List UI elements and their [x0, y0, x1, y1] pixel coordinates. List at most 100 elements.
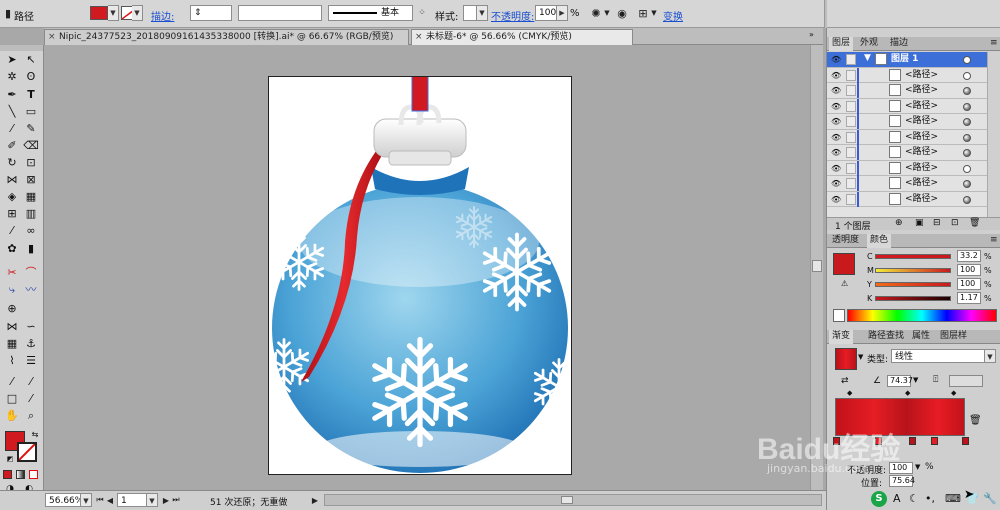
- lock-toggle[interactable]: [846, 147, 856, 158]
- blend-tool-icon[interactable]: ∞: [22, 223, 40, 239]
- ime-language-icon[interactable]: A: [893, 492, 901, 505]
- none-color-icon[interactable]: [833, 309, 845, 322]
- line-tool-icon[interactable]: ╲: [3, 104, 21, 120]
- stroke-dropdown-arrow[interactable]: ▼: [132, 5, 143, 21]
- out-of-gamut-icon[interactable]: ⚠: [841, 279, 848, 288]
- angle-dropdown-arrow[interactable]: ▼: [913, 376, 918, 384]
- tabs-overflow-icon[interactable]: »: [809, 30, 814, 39]
- scroll-thumb[interactable]: [812, 260, 822, 272]
- perspective-grid-tool-icon[interactable]: ▦: [22, 189, 40, 205]
- layer-row-top[interactable]: 👁 ▼ 图层 1: [827, 52, 987, 68]
- warp-tool-icon[interactable]: ⋈: [3, 319, 21, 335]
- tab-transparency[interactable]: 透明度: [829, 234, 862, 248]
- envelope-tool-icon[interactable]: ▦: [3, 336, 21, 352]
- zoom-dropdown-arrow[interactable]: ▼: [81, 493, 92, 507]
- pencil-tool-icon[interactable]: ✎: [22, 121, 40, 137]
- crystallize-tool-icon[interactable]: ⚓: [22, 336, 40, 352]
- visibility-eye-icon[interactable]: 👁: [831, 117, 841, 126]
- style-swatch[interactable]: [463, 5, 477, 21]
- expand-arrow-icon[interactable]: ▼: [864, 53, 871, 63]
- channel-slider[interactable]: [875, 282, 951, 287]
- recolor-artwork-icon[interactable]: ✺: [589, 6, 603, 20]
- artboard-number-field[interactable]: 1: [117, 493, 147, 507]
- tab-stroke[interactable]: 描边: [887, 37, 911, 51]
- tools-grip[interactable]: [0, 45, 43, 51]
- magic-wand-tool-icon[interactable]: ✲: [3, 69, 21, 85]
- gradient-stop-selected[interactable]: [931, 437, 938, 445]
- visibility-eye-icon[interactable]: 👁: [831, 164, 841, 173]
- align-dropdown-icon[interactable]: ▼: [650, 6, 658, 20]
- channel-value[interactable]: 100: [957, 264, 981, 276]
- lock-toggle[interactable]: [846, 85, 856, 96]
- tab-graphic-styles[interactable]: 图层样: [937, 330, 970, 344]
- stroke-options-icon[interactable]: ⁘: [416, 7, 428, 19]
- tab-document-1[interactable]: × Nipic_24377523_20180909161435338000 [转…: [44, 29, 409, 45]
- new-layer-icon[interactable]: ⊡: [951, 218, 959, 228]
- type-tool-icon[interactable]: T: [22, 87, 40, 103]
- target-icon[interactable]: [963, 56, 971, 64]
- channel-value[interactable]: 100: [957, 278, 981, 290]
- gradient-swatch-arrow[interactable]: ▼: [858, 353, 863, 361]
- locate-object-icon[interactable]: ⊕: [895, 218, 903, 228]
- selection-mode-icon[interactable]: ▮: [3, 6, 13, 20]
- layer-row[interactable]: 👁 <路径>: [827, 160, 987, 176]
- lock-toggle[interactable]: [846, 116, 856, 127]
- style-dropdown-arrow[interactable]: ▼: [477, 5, 488, 21]
- sogou-ime-icon[interactable]: S: [871, 491, 887, 507]
- gradient-type-dropdown-arrow[interactable]: ▼: [985, 349, 996, 363]
- new-sublayer-icon[interactable]: ⊟: [933, 218, 941, 228]
- target-icon[interactable]: [963, 149, 971, 157]
- last-artboard-icon[interactable]: ⏭: [171, 494, 181, 506]
- eraser-tool-icon[interactable]: ⌫: [22, 138, 40, 154]
- tab-document-2[interactable]: × 未标题-6* @ 56.66% (CMYK/预览): [411, 29, 633, 45]
- color-spectrum-bar[interactable]: [847, 309, 997, 322]
- brush-definition-dropdown[interactable]: 基本: [328, 5, 413, 21]
- lock-toggle[interactable]: [846, 100, 856, 112]
- lock-toggle[interactable]: [846, 193, 856, 205]
- swap-colors-icon[interactable]: ⇆: [26, 427, 44, 443]
- status-menu-icon[interactable]: ▶: [310, 494, 320, 506]
- layer-row[interactable]: 👁 <路径>: [827, 114, 987, 130]
- target-icon[interactable]: [963, 87, 971, 95]
- gradient-midpoint-marker[interactable]: ◆: [951, 389, 956, 397]
- slice-tool-icon[interactable]: ⌒: [22, 265, 40, 281]
- target-icon[interactable]: [963, 133, 971, 142]
- opacity-link[interactable]: 不透明度:: [491, 8, 534, 23]
- tab-attributes[interactable]: 属性: [909, 330, 933, 344]
- artboard-tool-icon[interactable]: ✂: [3, 265, 21, 281]
- layers-scrollbar[interactable]: [987, 52, 1000, 217]
- mesh-tool-icon[interactable]: ⊞: [3, 206, 21, 222]
- lock-toggle[interactable]: [846, 131, 856, 143]
- visibility-eye-icon[interactable]: 👁: [831, 71, 841, 80]
- reverse-gradient-icon[interactable]: ⇄: [841, 376, 849, 386]
- direct-selection-tool-icon[interactable]: ↖: [22, 52, 40, 68]
- gradient-type-dropdown[interactable]: 线性: [891, 349, 985, 363]
- horizontal-scrollbar[interactable]: [324, 494, 822, 506]
- visibility-eye-icon[interactable]: 👁: [831, 55, 841, 64]
- twirl-tool-icon[interactable]: ∽: [22, 319, 40, 335]
- ime-keyboard-icon[interactable]: ⌨: [945, 492, 961, 505]
- rectangle-alt-tool-icon[interactable]: □: [3, 391, 21, 407]
- channel-value[interactable]: 33.2: [957, 250, 981, 262]
- align-icon[interactable]: ⊞: [636, 6, 650, 20]
- target-icon[interactable]: [963, 102, 971, 111]
- scale-tool-icon[interactable]: ⊡: [22, 155, 40, 171]
- close-icon[interactable]: ×: [48, 30, 56, 45]
- stroke-color-box[interactable]: [17, 442, 37, 462]
- lock-toggle[interactable]: [846, 178, 856, 189]
- selection-tool-icon[interactable]: ➤: [3, 52, 21, 68]
- layer-row[interactable]: 👁 <路径>: [827, 98, 987, 114]
- width-tool-icon[interactable]: ⋈: [3, 172, 21, 188]
- visibility-eye-icon[interactable]: 👁: [831, 133, 841, 142]
- none-mode-icon[interactable]: [29, 470, 38, 479]
- target-icon[interactable]: [963, 180, 971, 188]
- layer-row[interactable]: 👁 <路径>: [827, 145, 987, 161]
- measure-tool-icon[interactable]: ⁄: [22, 391, 40, 407]
- visibility-eye-icon[interactable]: 👁: [831, 179, 841, 188]
- gradient-midpoint-marker[interactable]: ◆: [905, 389, 910, 397]
- gradient-stop[interactable]: [962, 437, 969, 445]
- tab-color[interactable]: 颜色: [867, 234, 892, 248]
- gradient-mode-icon[interactable]: [16, 470, 25, 479]
- eyedropper-tool-icon[interactable]: ⁄: [3, 223, 21, 239]
- pen-tool-icon[interactable]: ✒: [3, 87, 21, 103]
